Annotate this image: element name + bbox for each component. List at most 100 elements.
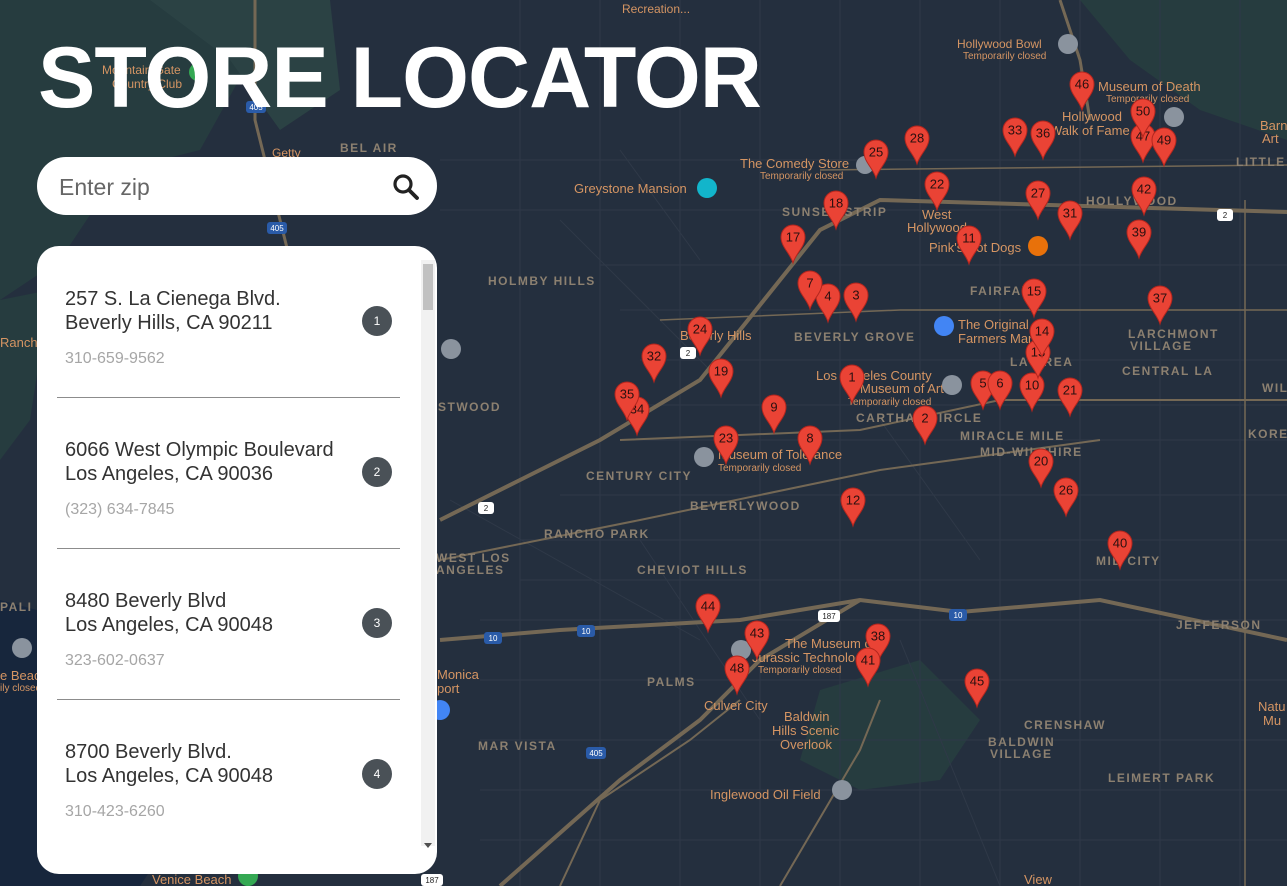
store-marker-label: 49 bbox=[1157, 133, 1171, 148]
store-marker-26[interactable]: 26 bbox=[1053, 477, 1079, 518]
store-marker-label: 25 bbox=[869, 145, 883, 160]
store-marker-label: 19 bbox=[714, 364, 728, 379]
store-marker-label: 21 bbox=[1063, 383, 1077, 398]
scroll-down-arrow-icon[interactable] bbox=[424, 843, 432, 848]
place-view: View bbox=[1024, 872, 1053, 886]
store-number-badge: 3 bbox=[362, 608, 392, 638]
store-marker-32[interactable]: 32 bbox=[641, 343, 667, 384]
store-marker-22[interactable]: 22 bbox=[924, 171, 950, 212]
music-venue-icon bbox=[1058, 34, 1078, 54]
store-marker-label: 36 bbox=[1036, 126, 1050, 141]
store-phone[interactable]: 323-602-0637 bbox=[65, 652, 165, 670]
store-marker-label: 40 bbox=[1113, 536, 1127, 551]
store-marker-21[interactable]: 21 bbox=[1057, 377, 1083, 418]
area-korea: KORE bbox=[1248, 427, 1287, 441]
zip-search-bar bbox=[37, 157, 437, 215]
store-marker-27[interactable]: 27 bbox=[1025, 180, 1051, 221]
store-marker-31[interactable]: 31 bbox=[1057, 200, 1083, 241]
store-marker-3[interactable]: 3 bbox=[843, 282, 869, 323]
zip-input[interactable] bbox=[57, 167, 381, 207]
store-list[interactable]: 257 S. La Cienega Blvd. Beverly Hills, C… bbox=[37, 246, 422, 874]
scrollbar-thumb[interactable] bbox=[423, 264, 433, 310]
route-2-shield: 2 bbox=[1217, 209, 1233, 221]
place-hollywood-walk: Hollywood bbox=[1062, 109, 1122, 124]
store-marker-45[interactable]: 45 bbox=[964, 668, 990, 709]
store-marker-label: 35 bbox=[620, 387, 634, 402]
store-address-line1: 8700 Beverly Blvd. bbox=[65, 741, 232, 763]
area-wil: WIL bbox=[1262, 381, 1287, 395]
store-marker-6[interactable]: 6 bbox=[987, 370, 1013, 411]
store-marker-39[interactable]: 39 bbox=[1126, 219, 1152, 260]
museum-icon bbox=[1164, 107, 1184, 127]
store-marker-label: 4 bbox=[824, 289, 831, 304]
place-baldwin-overlook-3: Overlook bbox=[780, 737, 833, 752]
store-marker-label: 23 bbox=[719, 431, 733, 446]
route-10-shield: 10 bbox=[484, 632, 502, 644]
store-list-item[interactable]: 257 S. La Cienega Blvd. Beverly Hills, C… bbox=[57, 246, 400, 398]
store-marker-9[interactable]: 9 bbox=[761, 394, 787, 435]
store-list-item[interactable]: 6066 West Olympic Boulevard Los Angeles,… bbox=[57, 397, 400, 549]
route-405-shield: 405 bbox=[267, 222, 287, 234]
store-marker-46[interactable]: 46 bbox=[1069, 71, 1095, 112]
place-baldwin-overlook-1: Baldwin bbox=[784, 709, 830, 724]
place-museum-jurassic-2: Jurassic Technology bbox=[752, 650, 869, 665]
store-marker-37[interactable]: 37 bbox=[1147, 285, 1173, 326]
store-marker-label: 11 bbox=[962, 231, 976, 246]
place-comedy-store-status: Temporarily closed bbox=[760, 171, 843, 182]
list-scrollbar[interactable] bbox=[421, 260, 435, 848]
place-lacma-2: Museum of Art bbox=[860, 381, 944, 396]
store-marker-2[interactable]: 2 bbox=[912, 405, 938, 446]
place-walk-of-fame: Walk of Fame bbox=[1050, 123, 1130, 138]
store-marker-label: 6 bbox=[996, 376, 1003, 391]
route-187-shield: 187 bbox=[421, 874, 443, 886]
store-list-item[interactable]: 8480 Beverly Blvd Los Angeles, CA 90048 … bbox=[57, 548, 400, 700]
store-list-item[interactable]: 8700 Beverly Blvd. Los Angeles, CA 90048… bbox=[57, 699, 400, 850]
store-phone[interactable]: (323) 634-7845 bbox=[65, 501, 174, 519]
area-beverly-grove: BEVERLY GROVE bbox=[794, 330, 916, 344]
store-marker-18[interactable]: 18 bbox=[823, 190, 849, 231]
search-button[interactable] bbox=[391, 172, 421, 202]
store-address-line2: Los Angeles, CA 90048 bbox=[65, 765, 273, 787]
store-marker-44[interactable]: 44 bbox=[695, 593, 721, 634]
store-marker-label: 12 bbox=[846, 493, 860, 508]
store-marker-28[interactable]: 28 bbox=[904, 125, 930, 166]
store-marker-11[interactable]: 11 bbox=[956, 225, 982, 266]
store-marker-label: 18 bbox=[829, 196, 843, 211]
route-2-shield: 2 bbox=[478, 502, 494, 514]
restaurant-icon bbox=[1028, 236, 1048, 256]
store-marker-label: 7 bbox=[806, 276, 813, 291]
store-marker-label: 28 bbox=[910, 131, 924, 146]
place-santa-monica-2: port bbox=[437, 681, 460, 696]
store-marker-label: 39 bbox=[1132, 225, 1146, 240]
store-phone[interactable]: 310-659-9562 bbox=[65, 350, 165, 368]
route-405-shield: 405 bbox=[586, 747, 606, 759]
search-icon bbox=[393, 174, 419, 200]
store-list-panel: 257 S. La Cienega Blvd. Beverly Hills, C… bbox=[37, 246, 437, 874]
museum-tolerance-icon bbox=[694, 447, 714, 467]
place-baldwin-overlook-2: Hills Scenic bbox=[772, 723, 840, 738]
area-palms: PALMS bbox=[647, 675, 696, 689]
store-marker-20[interactable]: 20 bbox=[1028, 448, 1054, 489]
oil-field-icon bbox=[832, 780, 852, 800]
store-marker-15[interactable]: 15 bbox=[1021, 278, 1047, 319]
store-marker-label: 15 bbox=[1027, 284, 1041, 299]
store-marker-48[interactable]: 48 bbox=[724, 655, 750, 696]
store-marker-33[interactable]: 33 bbox=[1002, 117, 1028, 158]
svg-text:10: 10 bbox=[489, 634, 498, 643]
store-phone[interactable]: 310-423-6260 bbox=[65, 803, 165, 821]
route-187-shield: 187 bbox=[818, 610, 840, 622]
area-bel-air: BEL AIR bbox=[340, 141, 398, 155]
store-marker-19[interactable]: 19 bbox=[708, 358, 734, 399]
area-hollywood: HOLLYWOOD bbox=[1086, 194, 1178, 208]
store-marker-12[interactable]: 12 bbox=[840, 487, 866, 528]
area-rancho-park: RANCHO PARK bbox=[544, 527, 650, 541]
store-marker-36[interactable]: 36 bbox=[1030, 120, 1056, 161]
area-larchmont-2: VILLAGE bbox=[1130, 339, 1193, 353]
area-holmby-hills: HOLMBY HILLS bbox=[488, 274, 596, 288]
area-miracle-mile: MIRACLE MILE bbox=[960, 429, 1065, 443]
art-museum-icon bbox=[942, 375, 962, 395]
place-barn-2: Art bbox=[1262, 131, 1279, 146]
route-2-shield: 2 bbox=[680, 347, 696, 359]
store-marker-17[interactable]: 17 bbox=[780, 224, 806, 265]
store-number-badge: 1 bbox=[362, 306, 392, 336]
